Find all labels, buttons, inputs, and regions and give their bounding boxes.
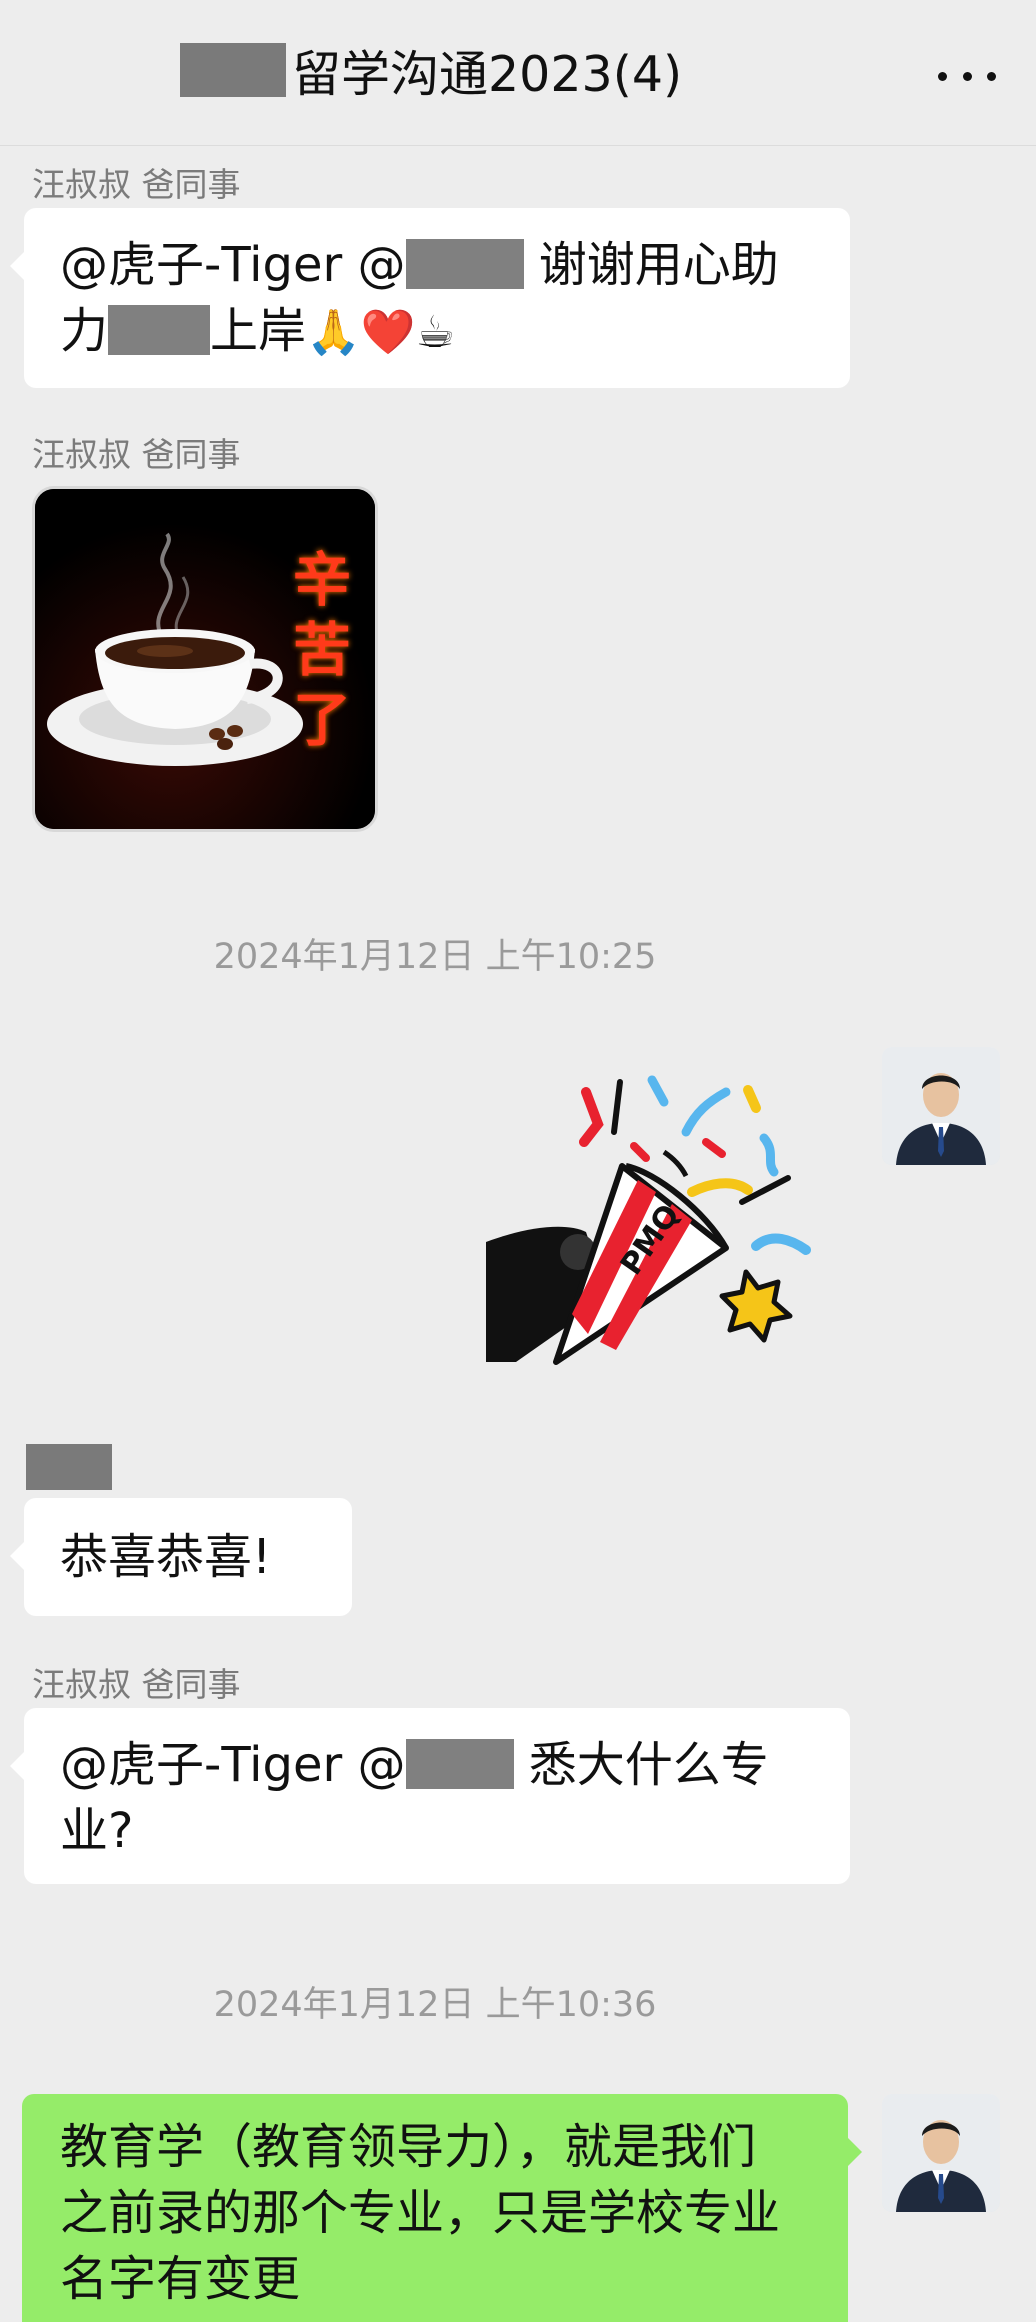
mention-text: @虎子-Tiger @ <box>60 237 406 293</box>
message-text: 悉大什么专 <box>513 1737 769 1793</box>
message-line: 业? <box>60 1803 134 1859</box>
more-button[interactable] <box>938 58 996 94</box>
redacted-block <box>180 43 286 97</box>
message-line: 教育学（教育领导力），就是我们 <box>60 2119 757 2175</box>
sticker-caption: 辛苦了 <box>293 546 352 754</box>
emoji-group: 🙏❤️☕ <box>306 307 456 358</box>
sender-name: 汪叔叔 爸同事 <box>32 1665 241 1704</box>
message-line: 力 上岸🙏❤️☕ <box>60 298 814 366</box>
sender-name: 汪叔叔 爸同事 <box>32 435 241 474</box>
message-line: 名字有变更 <box>60 2251 301 2307</box>
chat-header: 留学沟通2023(4) <box>0 0 1036 146</box>
redacted-block <box>405 1739 514 1789</box>
redacted-block <box>108 305 211 355</box>
more-dot <box>962 71 972 81</box>
message-line: @虎子-Tiger @ 悉大什么专 <box>60 1732 814 1798</box>
message-bubble-own[interactable]: 教育学（教育领导力），就是我们 之前录的那个专业，只是学校专业 名字有变更 <box>22 2094 862 2322</box>
message-text: 谢谢用心助 <box>523 237 779 293</box>
more-dots-icon <box>938 71 947 81</box>
chat-title-text: 留学沟通2023(4) <box>292 45 683 103</box>
message-bubble[interactable]: 恭喜恭喜! <box>10 1498 352 1616</box>
message-text: 力 <box>60 303 109 359</box>
coffee-sticker[interactable]: 辛苦了 <box>32 486 378 832</box>
sender-name: 汪叔叔 爸同事 <box>32 165 241 204</box>
redacted-block <box>405 239 524 289</box>
message-line: @虎子-Tiger @ 谢谢用心助 <box>60 232 814 298</box>
message-line: 之前录的那个专业，只是学校专业 <box>60 2185 781 2241</box>
timestamp: 2024年1月12日 上午10:25 <box>213 937 657 977</box>
avatar-person-icon <box>882 2094 1000 2212</box>
message-text: 上岸 <box>210 303 307 359</box>
message-text: 恭喜恭喜! <box>60 1529 272 1585</box>
chat-title: 留学沟通2023(4) <box>180 38 682 103</box>
timestamp: 2024年1月12日 上午10:36 <box>213 1985 657 2025</box>
avatar-person-icon <box>882 1047 1000 1165</box>
avatar[interactable] <box>882 2094 1000 2212</box>
mention-text: @虎子-Tiger @ <box>60 1737 406 1793</box>
message-bubble[interactable]: @虎子-Tiger @ 悉大什么专 业? <box>10 1708 850 1884</box>
avatar[interactable] <box>882 1047 1000 1165</box>
party-popper-sticker[interactable]: PMQ <box>486 1062 822 1408</box>
more-dot <box>987 71 996 81</box>
sender-name-redacted <box>26 1444 112 1490</box>
message-bubble[interactable]: @虎子-Tiger @ 谢谢用心助 力 上岸🙏❤️☕ <box>10 208 850 388</box>
party-popper-icon: PMQ <box>486 1075 811 1365</box>
